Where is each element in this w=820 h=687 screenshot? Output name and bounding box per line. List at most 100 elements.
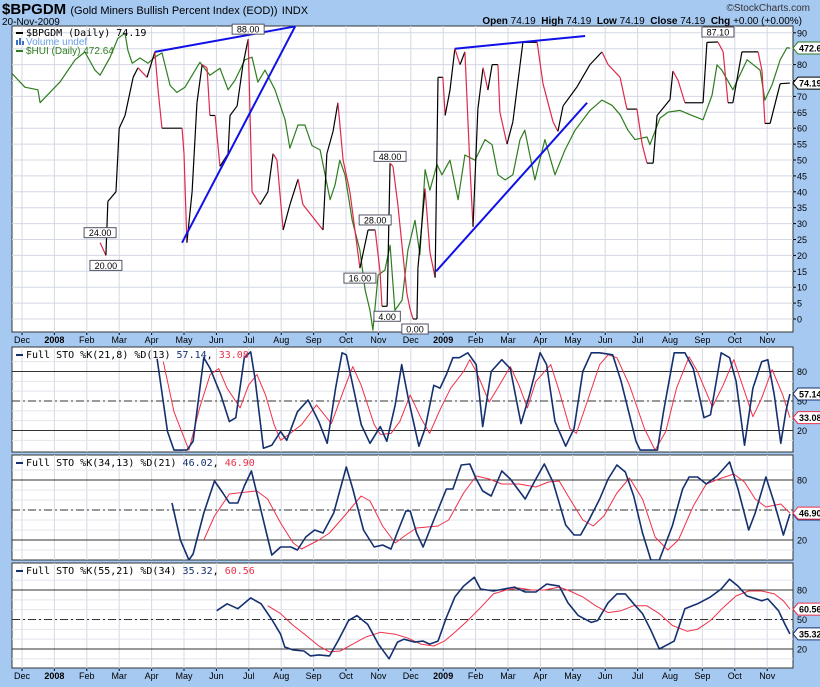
main-y-tick-label: 90 xyxy=(797,28,807,38)
x-tick-label: Apr xyxy=(145,335,159,345)
main-y-tick-label: 40 xyxy=(797,187,807,197)
x-tick-label: Jul xyxy=(632,335,644,345)
main-y-tick-label: 25 xyxy=(797,235,807,245)
main-y-tick-label: 10 xyxy=(797,283,807,293)
main-y-tick-label: 55 xyxy=(797,140,807,150)
sto3-legend-name: Full STO %K(55,21) %D(34) xyxy=(26,566,177,577)
price-callout-label: 87.10 xyxy=(707,28,730,38)
x-tick-label: May xyxy=(175,671,193,681)
x-tick-label: Feb xyxy=(468,335,484,345)
x-tick-label: Mar xyxy=(500,335,516,345)
x-tick-label: Mar xyxy=(111,671,127,681)
x-tick-label: Sep xyxy=(694,335,710,345)
sto1-legend: Full STO %K(21,8) %D(13) 57.14, 33.08 xyxy=(16,350,249,361)
main-y-tick-label: 45 xyxy=(797,171,807,181)
x-tick-label: May xyxy=(564,671,582,681)
x-tick-label: Sep xyxy=(306,335,322,345)
price-callout: 16.00 xyxy=(343,272,377,284)
x-tick-label: Feb xyxy=(79,671,95,681)
sto1-k-value: 57.14 xyxy=(177,350,207,361)
x-tick-label: Aug xyxy=(662,335,678,345)
x-tick-label: Jun xyxy=(209,335,224,345)
sto-y-tick-label: 80 xyxy=(797,476,807,486)
sto-y-tick-label: 20 xyxy=(797,536,807,546)
price-callout-label: 28.00 xyxy=(364,215,387,225)
sto3-k-value-tag: 35.32 xyxy=(792,627,820,641)
hui-last-value-tag: 472.6 xyxy=(792,41,820,55)
sto1-k-value-tag: 57.14 xyxy=(792,387,820,401)
x-tick-label: 2009 xyxy=(433,335,453,345)
sto1-legend-name: Full STO %K(21,8) %D(13) xyxy=(26,350,171,361)
sto-y-tick-label: 80 xyxy=(797,367,807,377)
x-tick-label: 2008 xyxy=(44,671,64,681)
main-y-tick-label: 20 xyxy=(797,251,807,261)
main-y-tick-label: 30 xyxy=(797,219,807,229)
x-tick-label: Mar xyxy=(111,335,127,345)
x-tick-label: May xyxy=(564,335,582,345)
x-tick-label: Feb xyxy=(79,335,95,345)
x-tick-label: Jul xyxy=(243,671,255,681)
price-callout: 0.00 xyxy=(401,323,429,335)
price-callout-label: 48.00 xyxy=(379,152,402,162)
x-tick-label: Jun xyxy=(598,671,613,681)
bpgdm-last-value-tag-label: 74.19 xyxy=(799,79,820,89)
price-callout: 4.00 xyxy=(373,310,401,322)
sto-y-tick-label: 50 xyxy=(797,615,807,625)
x-tick-label: Nov xyxy=(759,335,776,345)
x-tick-label: Nov xyxy=(370,335,387,345)
price-callout: 87.10 xyxy=(701,26,735,38)
x-tick-label: Apr xyxy=(533,671,547,681)
x-tick-label: Oct xyxy=(728,671,743,681)
bpgdm-last-value-tag: 74.19 xyxy=(792,76,820,90)
x-tick-label: 2009 xyxy=(433,671,453,681)
sto1-d-value-tag-label: 33.08 xyxy=(799,413,820,423)
price-callout-label: 24.00 xyxy=(89,228,112,238)
x-tick-label: Apr xyxy=(145,671,159,681)
x-tick-label: 2008 xyxy=(44,335,64,345)
main-y-tick-label: 15 xyxy=(797,267,807,277)
sto2-d-value-tag: 46.90 xyxy=(792,506,820,520)
x-tick-label: Dec xyxy=(14,671,31,681)
price-callout: 88.00 xyxy=(231,23,265,35)
sto3-d-value-tag-label: 60.56 xyxy=(799,605,820,615)
sto3-d-value-tag: 60.56 xyxy=(792,602,820,616)
x-tick-label: Oct xyxy=(339,671,354,681)
price-callout-label: 16.00 xyxy=(349,274,372,284)
price-callout-label: 88.00 xyxy=(237,25,260,35)
x-tick-label: Jun xyxy=(598,335,613,345)
x-tick-label: Sep xyxy=(306,671,322,681)
sto-y-tick-label: 80 xyxy=(797,586,807,596)
x-tick-label: Nov xyxy=(759,671,776,681)
x-tick-label: Dec xyxy=(14,335,31,345)
x-tick-label: Aug xyxy=(273,335,289,345)
x-tick-label: Aug xyxy=(273,671,289,681)
sto1-legend-text: Full STO %K(21,8) %D(13) 57.14, 33.08 xyxy=(26,350,249,361)
price-callout: 24.00 xyxy=(83,227,117,239)
x-tick-label: Sep xyxy=(694,671,710,681)
panel-0-background xyxy=(11,25,794,333)
x-tick-label: Apr xyxy=(533,335,547,345)
hui-last-value-tag-label: 472.6 xyxy=(799,44,820,54)
x-tick-label: Dec xyxy=(403,335,420,345)
x-tick-label: Feb xyxy=(468,671,484,681)
sto3-d-value: 60.56 xyxy=(225,566,255,577)
x-tick-label: Mar xyxy=(500,671,516,681)
main-y-tick-label: 70 xyxy=(797,92,807,102)
x-tick-label: Jul xyxy=(632,671,644,681)
x-tick-label: Nov xyxy=(370,671,387,681)
x-tick-label: Oct xyxy=(339,335,354,345)
sto3-k-value-tag-label: 35.32 xyxy=(799,629,820,639)
main-y-tick-label: 5 xyxy=(797,299,802,309)
main-y-tick-label: 35 xyxy=(797,203,807,213)
price-callout-label: 0.00 xyxy=(406,325,424,335)
sto3-k-value: 35.32 xyxy=(183,566,213,577)
price-callout: 20.00 xyxy=(89,259,123,271)
panel-1-background xyxy=(11,346,794,453)
x-tick-label: Jun xyxy=(209,671,224,681)
main-y-tick-label: 80 xyxy=(797,60,807,70)
panel-2-background xyxy=(11,454,794,561)
sto2-legend: Full STO %K(34,13) %D(21) 46.02, 46.90 xyxy=(16,458,255,469)
hui-legend-label: $HUI (Daily) 472.64 xyxy=(26,46,114,57)
sto2-k-value: 46.02 xyxy=(183,458,213,469)
sto-y-tick-label: 20 xyxy=(797,426,807,436)
